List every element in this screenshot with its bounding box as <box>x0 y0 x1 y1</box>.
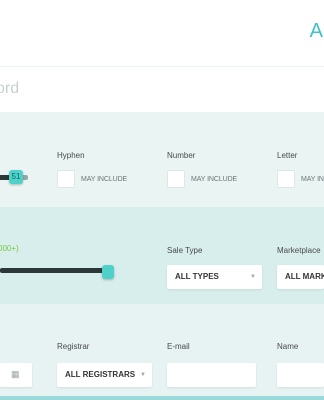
sale-type-select[interactable]: ALL TYPES ▼ <box>167 265 262 289</box>
price-slider-handle[interactable] <box>102 265 114 279</box>
header-bar <box>0 0 324 66</box>
number-option[interactable]: MAY INCLUDE <box>191 176 237 183</box>
price-slider-track[interactable] <box>0 268 106 273</box>
registry-filters-section <box>0 304 324 400</box>
registrar-select[interactable]: ALL REGISTRARS ▼ <box>57 363 152 387</box>
name-input[interactable] <box>277 363 324 387</box>
header-title-fragment[interactable]: A <box>310 20 324 43</box>
sale-type-value: ALL TYPES <box>175 272 219 281</box>
name-label: Name <box>277 342 299 351</box>
chevron-down-icon: ▼ <box>140 372 146 378</box>
character-filters-section <box>0 112 324 207</box>
email-label: E-mail <box>167 342 190 351</box>
keyword-search-bar[interactable] <box>0 66 324 114</box>
length-slider-value: 51 <box>11 172 21 181</box>
email-input[interactable] <box>167 363 256 387</box>
calendar-icon[interactable]: ▦ <box>11 369 21 379</box>
keyword-input-placeholder[interactable]: ord <box>0 80 19 98</box>
marketplace-value: ALL MARK <box>285 272 324 281</box>
marketplace-label: Marketplace <box>277 246 321 255</box>
registrar-label: Registrar <box>57 342 90 351</box>
hyphen-label: Hyphen <box>57 151 85 160</box>
sale-filters-section <box>0 207 324 304</box>
marketplace-select[interactable]: ALL MARK <box>277 265 324 289</box>
registrar-value: ALL REGISTRARS <box>65 370 136 379</box>
hyphen-option[interactable]: MAY INCLUDE <box>81 176 127 183</box>
chevron-down-icon: ▼ <box>250 274 256 280</box>
letter-checkbox[interactable] <box>277 170 295 188</box>
hyphen-checkbox[interactable] <box>57 170 75 188</box>
bottom-divider <box>0 396 324 400</box>
number-label: Number <box>167 151 196 160</box>
number-checkbox[interactable] <box>167 170 185 188</box>
length-slider-handle[interactable]: 51 <box>9 170 23 184</box>
letter-option[interactable]: MAY IN <box>301 176 324 183</box>
sale-type-label: Sale Type <box>167 246 203 255</box>
letter-label: Letter <box>277 151 298 160</box>
price-range-label: 000+) <box>0 244 19 253</box>
